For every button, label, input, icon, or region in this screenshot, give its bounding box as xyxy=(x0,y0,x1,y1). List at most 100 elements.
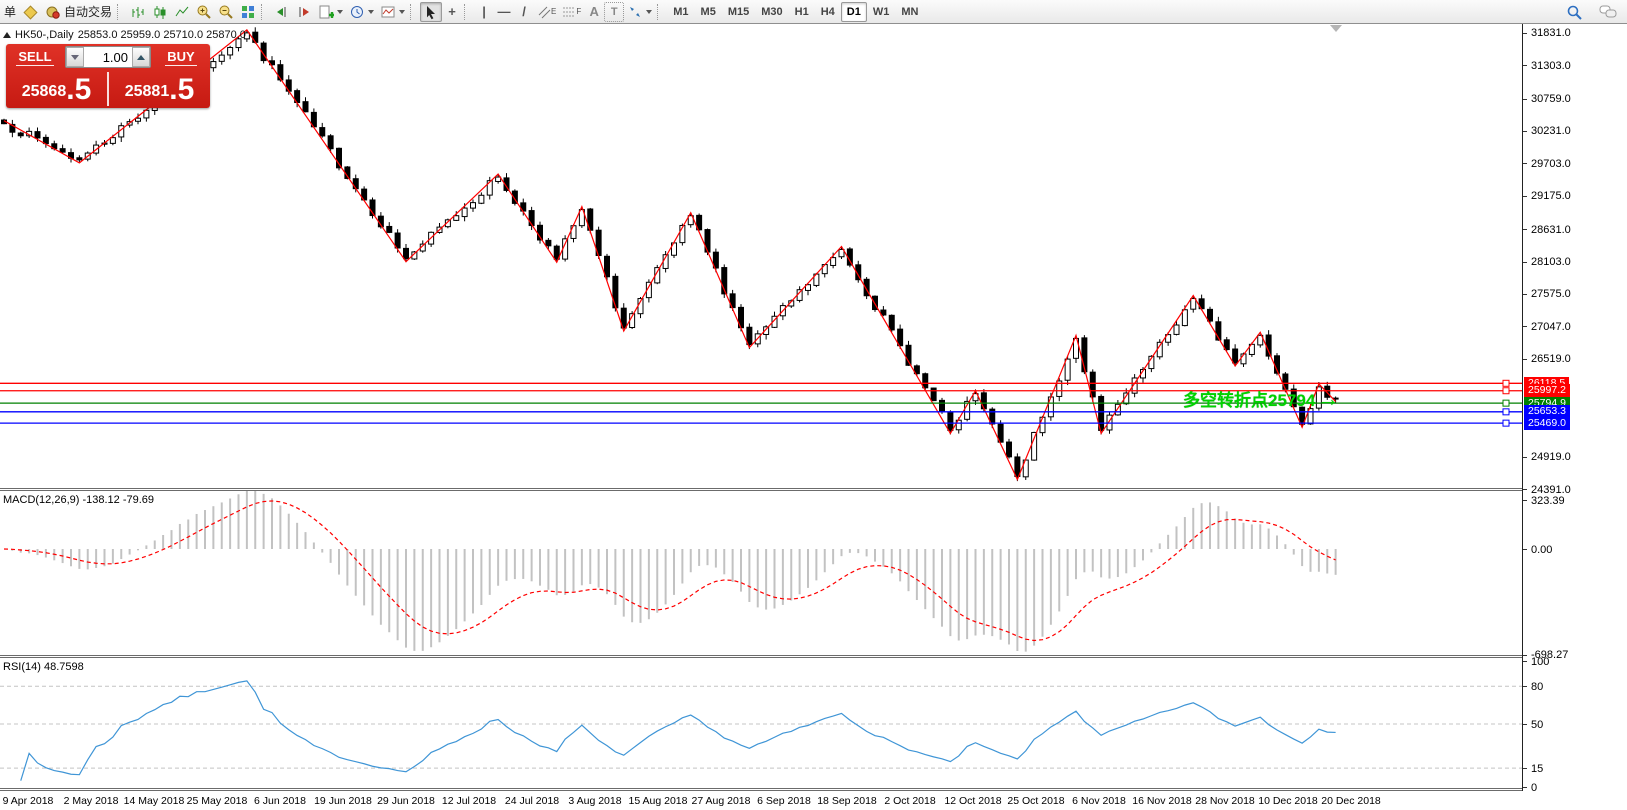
rsi-pane[interactable]: RSI(14) 48.7598 xyxy=(0,658,1522,789)
templates-caret-icon[interactable] xyxy=(399,10,405,14)
zoom-out-icon[interactable] xyxy=(215,2,237,22)
buy-button[interactable]: BUY xyxy=(152,44,210,70)
chart-shift-icon[interactable] xyxy=(271,2,293,22)
sell-price-frac: .5 xyxy=(66,75,91,105)
timeframe-mn[interactable]: MN xyxy=(895,2,924,22)
sell-button[interactable]: SELL xyxy=(6,44,64,70)
price-tick-label: 30231.0 xyxy=(1531,125,1571,137)
sell-price-main: 25868 xyxy=(22,79,67,105)
symbol-period-label: HK50-,Daily xyxy=(15,29,74,41)
cursor-tool-button[interactable] xyxy=(420,2,442,22)
macd-tick-label: 323.39 xyxy=(1531,495,1565,507)
date-tick-label: 12 Oct 2018 xyxy=(944,795,1001,807)
rsi-tick-label: 15 xyxy=(1531,763,1543,775)
date-tick-label: 18 Sep 2018 xyxy=(817,795,877,807)
templates-button[interactable] xyxy=(377,2,408,22)
volume-decrease-button[interactable] xyxy=(66,47,84,67)
axis-tick xyxy=(1523,294,1527,295)
vertical-line-tool-button[interactable]: | xyxy=(474,2,494,22)
time-axis[interactable]: 9 Apr 20182 May 201814 May 201825 May 20… xyxy=(0,791,1522,810)
timeframe-w1[interactable]: W1 xyxy=(867,2,896,22)
volume-input[interactable]: 1.00 xyxy=(84,47,132,67)
ohlc-values: 25853.0 25959.0 25710.0 25870.0 xyxy=(78,29,246,41)
price-tick-label: 29175.0 xyxy=(1531,190,1571,202)
timeframe-m1[interactable]: M1 xyxy=(667,2,694,22)
auto-trading-label: 自动交易 xyxy=(64,3,112,20)
channel-tool-button[interactable]: E xyxy=(534,2,559,22)
annotation-text: 多空转折点25794 xyxy=(1183,386,1315,411)
new-order-button[interactable]: 单 xyxy=(0,2,20,22)
zoom-in-icon[interactable] xyxy=(193,2,215,22)
fibonacci-tool-letter: F xyxy=(576,7,581,16)
crosshair-tool-button[interactable]: + xyxy=(442,2,462,22)
timeframe-h1[interactable]: H1 xyxy=(789,2,815,22)
date-tick-label: 6 Sep 2018 xyxy=(757,795,811,807)
one-click-collapse-icon[interactable] xyxy=(3,32,11,38)
date-tick-label: 29 Jun 2018 xyxy=(377,795,435,807)
main-chart-pane[interactable]: HK50-,Daily 25853.0 25959.0 25710.0 2587… xyxy=(0,24,1522,489)
timeframe-h4[interactable]: H4 xyxy=(815,2,841,22)
timeframe-m15[interactable]: M15 xyxy=(722,2,755,22)
axis-tick xyxy=(1523,655,1527,656)
timeframe-d1[interactable]: D1 xyxy=(841,2,867,22)
date-tick-label: 10 Dec 2018 xyxy=(1258,795,1318,807)
channel-tool-letter: E xyxy=(551,7,556,16)
scroll-to-end-marker-icon[interactable] xyxy=(1330,25,1342,32)
axis-tick xyxy=(1523,787,1527,788)
volume-increase-button[interactable] xyxy=(132,47,150,67)
line-chart-icon[interactable] xyxy=(171,2,193,22)
date-tick-label: 2 May 2018 xyxy=(64,795,119,807)
add-indicator-button[interactable] xyxy=(315,2,346,22)
fibonacci-tool-button[interactable]: F xyxy=(559,2,584,22)
price-tick-label: 29703.0 xyxy=(1531,158,1571,170)
rsi-tick-label: 0 xyxy=(1531,782,1537,794)
text-label-tool-button[interactable]: T xyxy=(604,2,624,22)
axis-tick xyxy=(1523,500,1527,501)
axis-tick xyxy=(1523,65,1527,66)
text-tool-button[interactable]: A xyxy=(584,2,604,22)
price-axis[interactable]: 31831.031303.030759.030231.029703.029175… xyxy=(1522,24,1627,791)
search-icon[interactable] xyxy=(1563,2,1586,22)
axis-tick xyxy=(1523,661,1527,662)
tile-windows-icon[interactable] xyxy=(237,2,259,22)
timeframe-group: M1M5M15M30H1H4D1W1MN xyxy=(667,2,924,22)
macd-pane[interactable]: MACD(12,26,9) -138.12 -79.69 xyxy=(0,491,1522,656)
macd-tick-label: 0.00 xyxy=(1531,544,1552,556)
axis-tick xyxy=(1523,326,1527,327)
sell-price[interactable]: 25868 .5 xyxy=(6,70,107,108)
date-tick-label: 15 Aug 2018 xyxy=(629,795,688,807)
axis-tick xyxy=(1523,163,1527,164)
axis-tick xyxy=(1523,768,1527,769)
axis-tick xyxy=(1523,131,1527,132)
buy-price[interactable]: 25881 .5 xyxy=(109,70,210,108)
trendline-tool-button[interactable]: / xyxy=(514,2,534,22)
date-tick-label: 2 Oct 2018 xyxy=(884,795,935,807)
axis-tick xyxy=(1523,457,1527,458)
chat-icon[interactable] xyxy=(1596,2,1621,22)
timeframe-m30[interactable]: M30 xyxy=(755,2,788,22)
arrows-caret-icon[interactable] xyxy=(646,10,652,14)
market-watch-icon[interactable] xyxy=(20,2,42,22)
candlestick-chart-icon[interactable] xyxy=(149,2,171,22)
timeframe-m5[interactable]: M5 xyxy=(695,2,722,22)
auto-scroll-icon[interactable] xyxy=(293,2,315,22)
date-tick-label: 25 May 2018 xyxy=(187,795,248,807)
date-tick-label: 19 Jun 2018 xyxy=(314,795,372,807)
price-tick-label: 24919.0 xyxy=(1531,451,1571,463)
periods-button[interactable] xyxy=(346,2,377,22)
rsi-tick-label: 80 xyxy=(1531,681,1543,693)
bull-bear-turning-point-annotation[interactable]: 多空转折点25794 → xyxy=(1183,386,1339,411)
date-tick-label: 9 Apr 2018 xyxy=(3,795,54,807)
buy-price-main: 25881 xyxy=(125,79,170,105)
periods-caret-icon[interactable] xyxy=(368,10,374,14)
add-indicator-caret-icon[interactable] xyxy=(337,10,343,14)
arrows-tool-button[interactable] xyxy=(624,2,655,22)
auto-trading-button[interactable]: 自动交易 xyxy=(42,2,115,22)
bar-chart-icon[interactable] xyxy=(127,2,149,22)
axis-tick xyxy=(1523,229,1527,230)
price-tick-label: 26519.0 xyxy=(1531,353,1571,365)
horizontal-line-tool-button[interactable]: — xyxy=(494,2,514,22)
date-tick-label: 16 Nov 2018 xyxy=(1132,795,1192,807)
one-click-trading-panel: SELL 1.00 BUY 25868 .5 25881 xyxy=(6,44,210,108)
chart-title: HK50-,Daily 25853.0 25959.0 25710.0 2587… xyxy=(3,29,246,41)
